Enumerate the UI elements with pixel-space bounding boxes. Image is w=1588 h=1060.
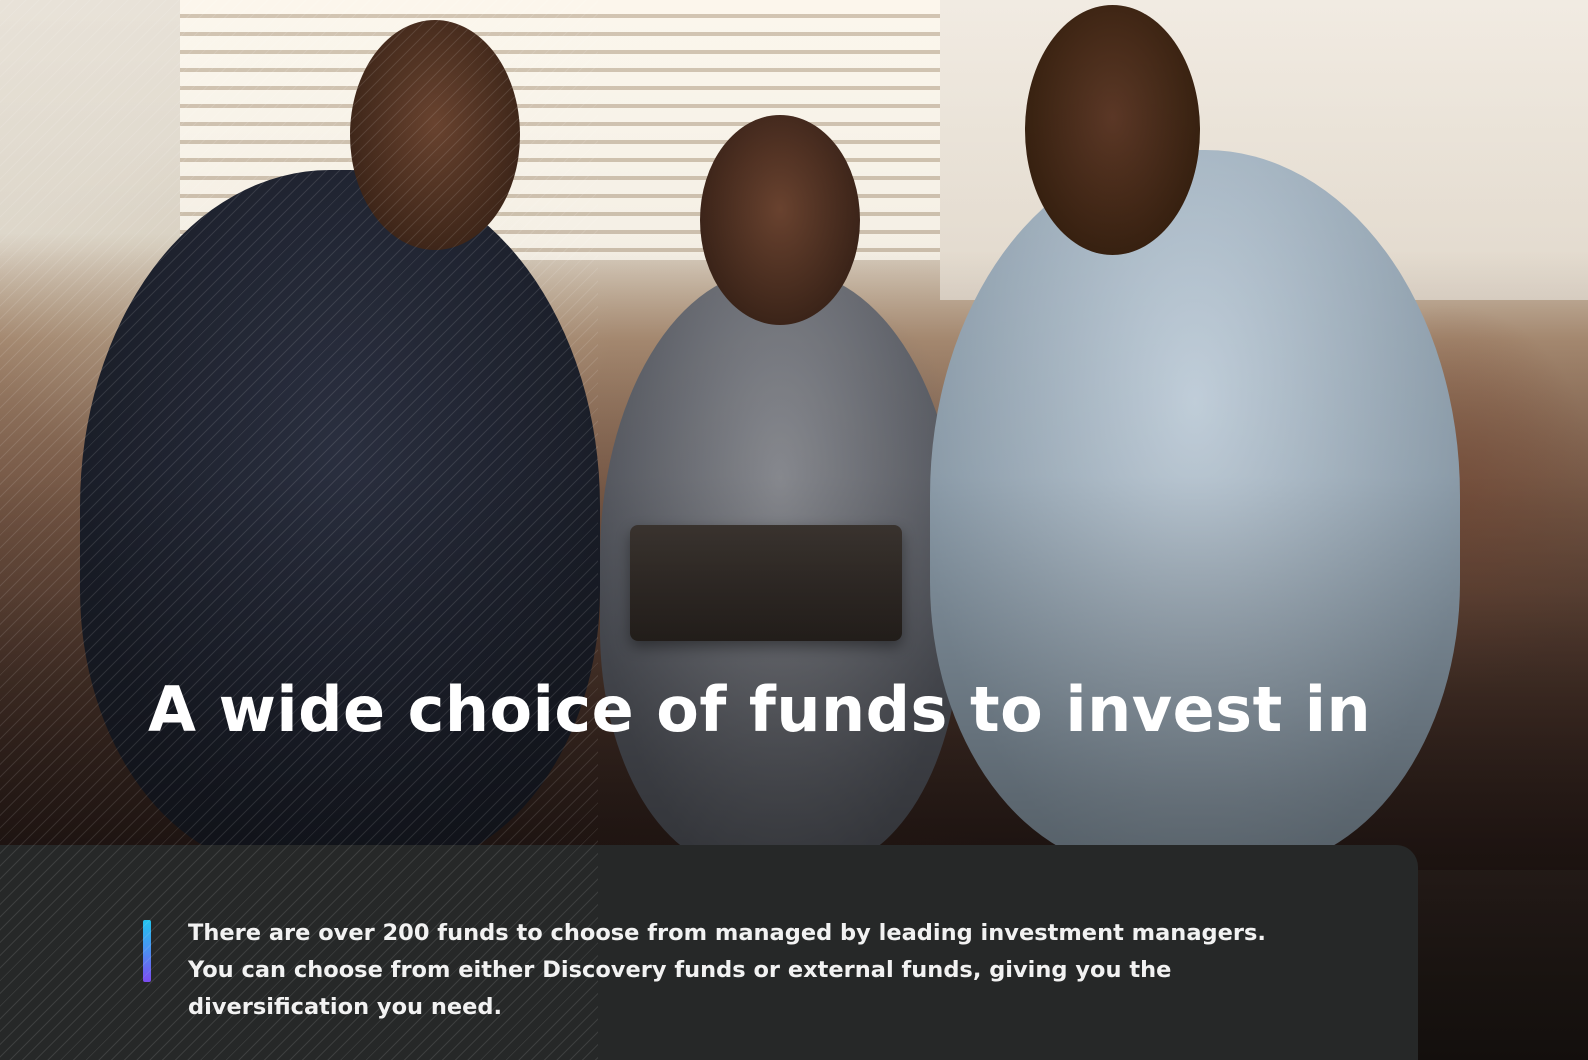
page-title: A wide choice of funds to invest in <box>148 673 1372 746</box>
accent-bar <box>143 920 151 982</box>
fund-choice-page: A wide choice of funds to invest in Ther… <box>0 0 1588 1060</box>
info-panel: There are over 200 funds to choose from … <box>0 845 1418 1060</box>
info-description: There are over 200 funds to choose from … <box>188 920 1266 1020</box>
